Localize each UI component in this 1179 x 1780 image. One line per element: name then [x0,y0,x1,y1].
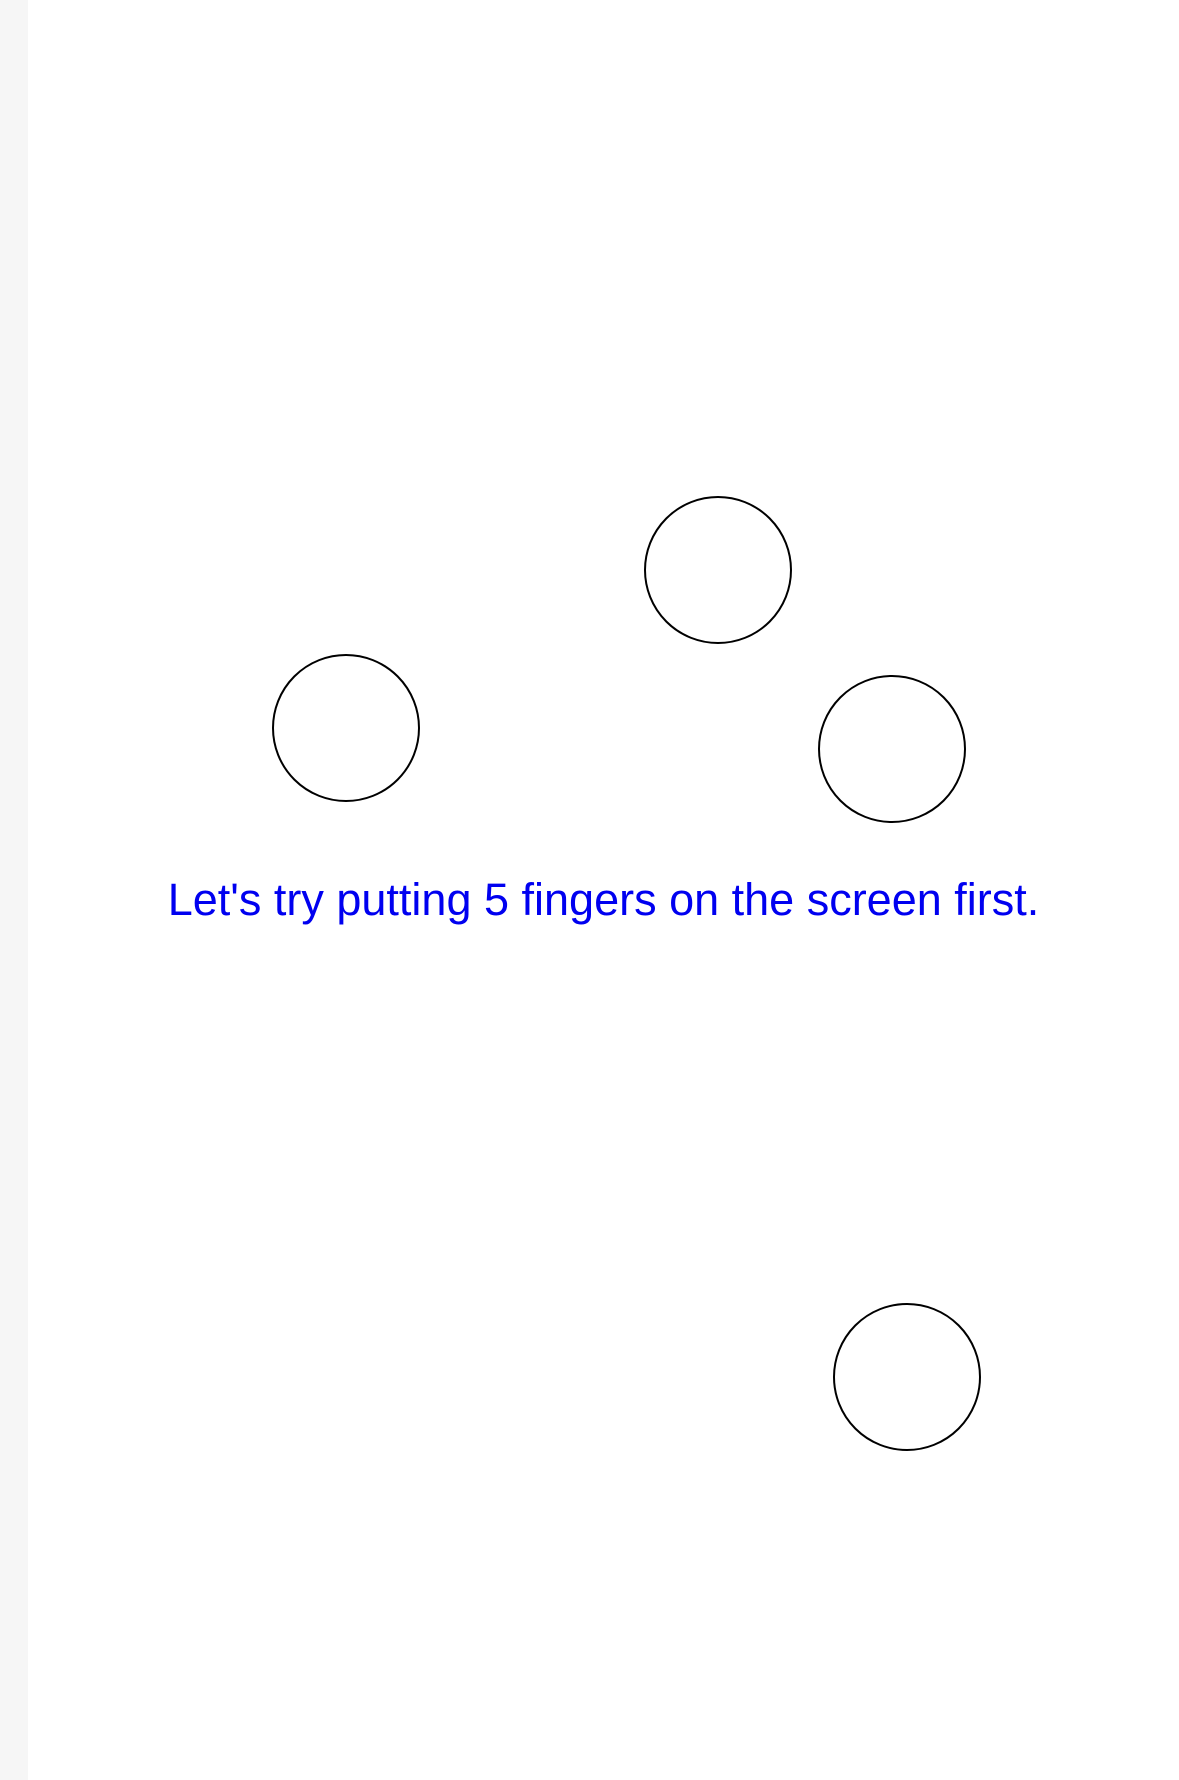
touch-point-circle [272,654,420,802]
touch-point-circle [644,496,792,644]
touch-point-circle [833,1303,981,1451]
left-edge-strip [0,0,28,1780]
instruction-text: Let's try putting 5 fingers on the scree… [167,874,1040,925]
touch-point-circle [818,675,966,823]
